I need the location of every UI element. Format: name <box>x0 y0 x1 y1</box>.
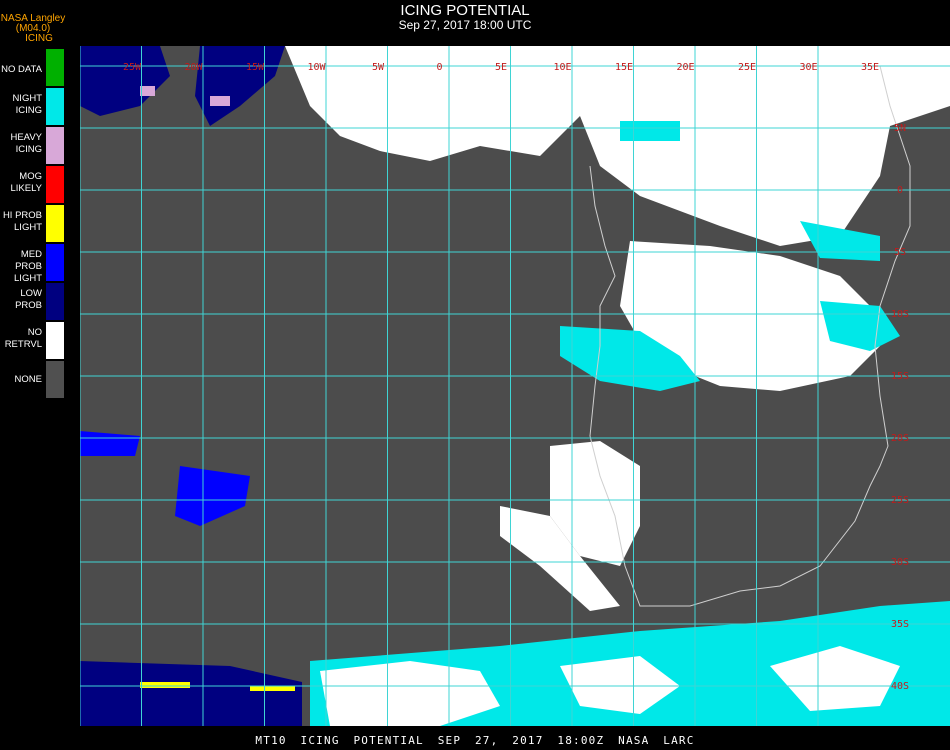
legend-swatch <box>46 88 64 125</box>
legend-swatch <box>46 283 64 320</box>
longitude-label: 5W <box>372 62 385 73</box>
legend-label: NO DATA <box>1 64 42 75</box>
hi-prob-region <box>140 682 190 688</box>
legend-swatch <box>46 205 64 242</box>
legend-item-no-retrvl: NO RETRVL <box>0 321 80 360</box>
heavy-icing-region <box>210 96 230 106</box>
legend-label: NIGHT ICING <box>12 93 42 116</box>
legend: NO DATA NIGHT ICING HEAVY ICING MOG LIKE… <box>0 0 80 750</box>
legend-label: MOG LIKELY <box>10 171 42 194</box>
longitude-label: 35E <box>861 62 879 73</box>
map-canvas: 25W 20W 15W 10W 5W 0 5E 10E 15E 20E 25E 30E 35E 5N 0 5… <box>79 46 950 726</box>
latitude-label: 10S <box>891 309 909 320</box>
longitude-label: 25W <box>123 62 142 73</box>
legend-item-med-prob-light: MED PROB LIGHT <box>0 243 80 284</box>
legend-swatch <box>46 127 64 164</box>
longitude-label: 5E <box>495 62 507 73</box>
latitude-label: 35S <box>891 619 909 630</box>
legend-label: HEAVY ICING <box>10 132 42 155</box>
map-title: ICING POTENTIAL <box>400 2 530 19</box>
latitude-label: 15S <box>891 371 909 382</box>
latitude-label: 20S <box>891 433 909 444</box>
longitude-label: 20W <box>184 62 203 73</box>
heavy-icing-region <box>140 86 155 96</box>
legend-swatch <box>46 322 64 359</box>
legend-item-no-data: NO DATA <box>0 48 80 87</box>
legend-swatch <box>46 49 64 86</box>
map-datetime: Sep 27, 2017 18:00 UTC <box>398 18 532 32</box>
legend-swatch <box>46 244 64 281</box>
legend-item-night-icing: NIGHT ICING <box>0 87 80 126</box>
legend-item-mog-likely: MOG LIKELY <box>0 165 80 204</box>
legend-item-heavy-icing: HEAVY ICING <box>0 126 80 165</box>
latitude-label: 25S <box>891 495 909 506</box>
legend-swatch <box>46 361 64 398</box>
legend-item-none: NONE <box>0 360 80 399</box>
longitude-label: 15E <box>615 62 633 73</box>
legend-item-low-prob: LOW PROB <box>0 282 80 321</box>
longitude-label: 10E <box>553 62 571 73</box>
footer-caption: MT10 ICING POTENTIAL SEP 27, 2017 18:00Z… <box>255 734 695 747</box>
legend-label: NONE <box>14 374 42 385</box>
longitude-label: 10W <box>307 62 326 73</box>
legend-label: NO RETRVL <box>4 327 42 350</box>
latitude-label: 0 <box>897 185 903 196</box>
longitude-label: 25E <box>738 62 756 73</box>
latitude-label: 30S <box>891 557 909 568</box>
latitude-label: 40S <box>891 681 909 692</box>
legend-swatch <box>46 166 64 203</box>
legend-label: MED PROB LIGHT <box>14 249 42 284</box>
longitude-label: 20E <box>676 62 694 73</box>
legend-item-hi-prob-light: HI PROB LIGHT <box>0 204 80 243</box>
latitude-label: 5S <box>894 247 906 258</box>
longitude-label: 0 <box>436 62 442 73</box>
hi-prob-region <box>250 686 295 691</box>
icing-map: 25W 20W 15W 10W 5W 0 5E 10E 15E 20E 25E 30E 35E 5N 0 5… <box>79 46 950 726</box>
legend-label: LOW PROB <box>15 288 42 311</box>
longitude-label: 15W <box>246 62 265 73</box>
longitude-label: 30E <box>799 62 817 73</box>
latitude-label: 5N <box>894 123 906 134</box>
night-icing-region <box>620 121 680 141</box>
legend-label: HI PROB LIGHT <box>2 210 42 233</box>
